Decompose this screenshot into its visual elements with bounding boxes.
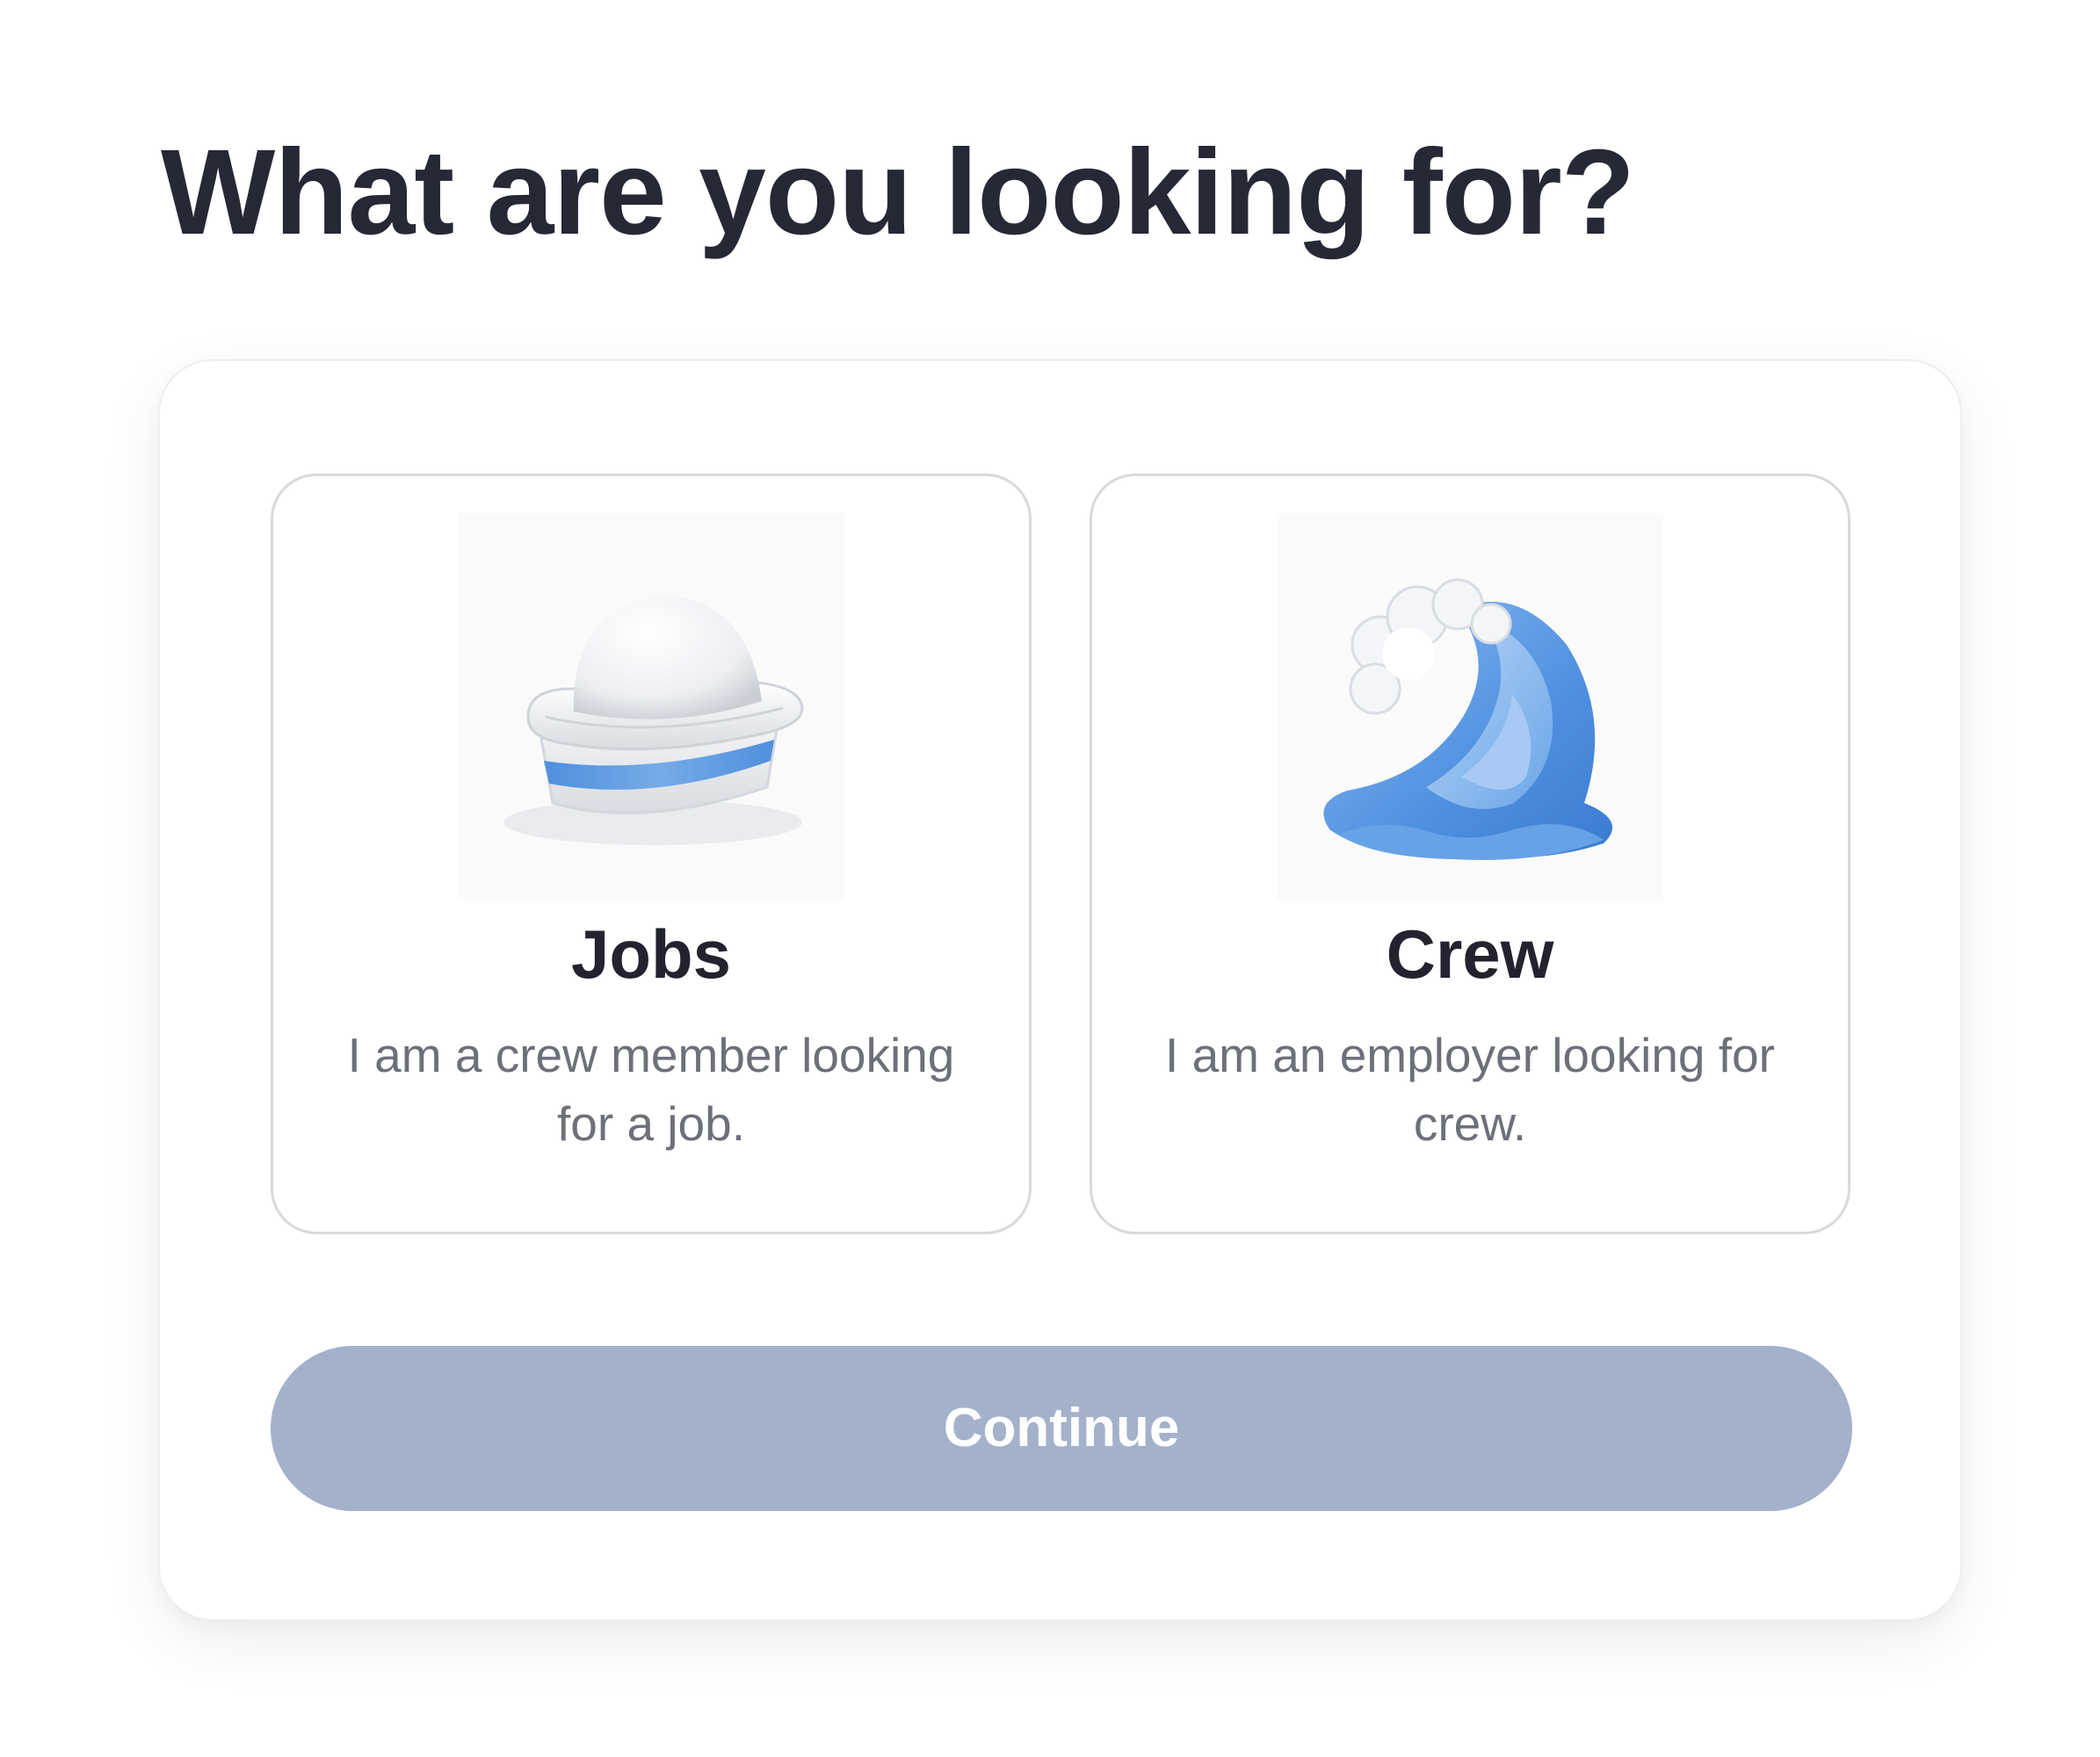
option-description: I am a crew member looking for a job. (347, 1028, 955, 1151)
option-card-crew[interactable]: Crew I am an employer looking for crew. (1090, 474, 1850, 1234)
page-title: What are you looking for? (161, 125, 1635, 260)
wave-icon (1277, 513, 1663, 900)
continue-button[interactable]: Continue (271, 1346, 1852, 1511)
option-card-jobs[interactable]: Jobs I am a crew member looking for a jo… (271, 474, 1032, 1234)
option-title: Crew (1386, 915, 1554, 993)
selection-panel: Jobs I am a crew member looking for a jo… (158, 359, 1962, 1621)
option-title: Jobs (570, 915, 732, 993)
sailor-hat-icon (458, 513, 844, 900)
option-description: I am an employer looking for crew. (1165, 1028, 1775, 1151)
